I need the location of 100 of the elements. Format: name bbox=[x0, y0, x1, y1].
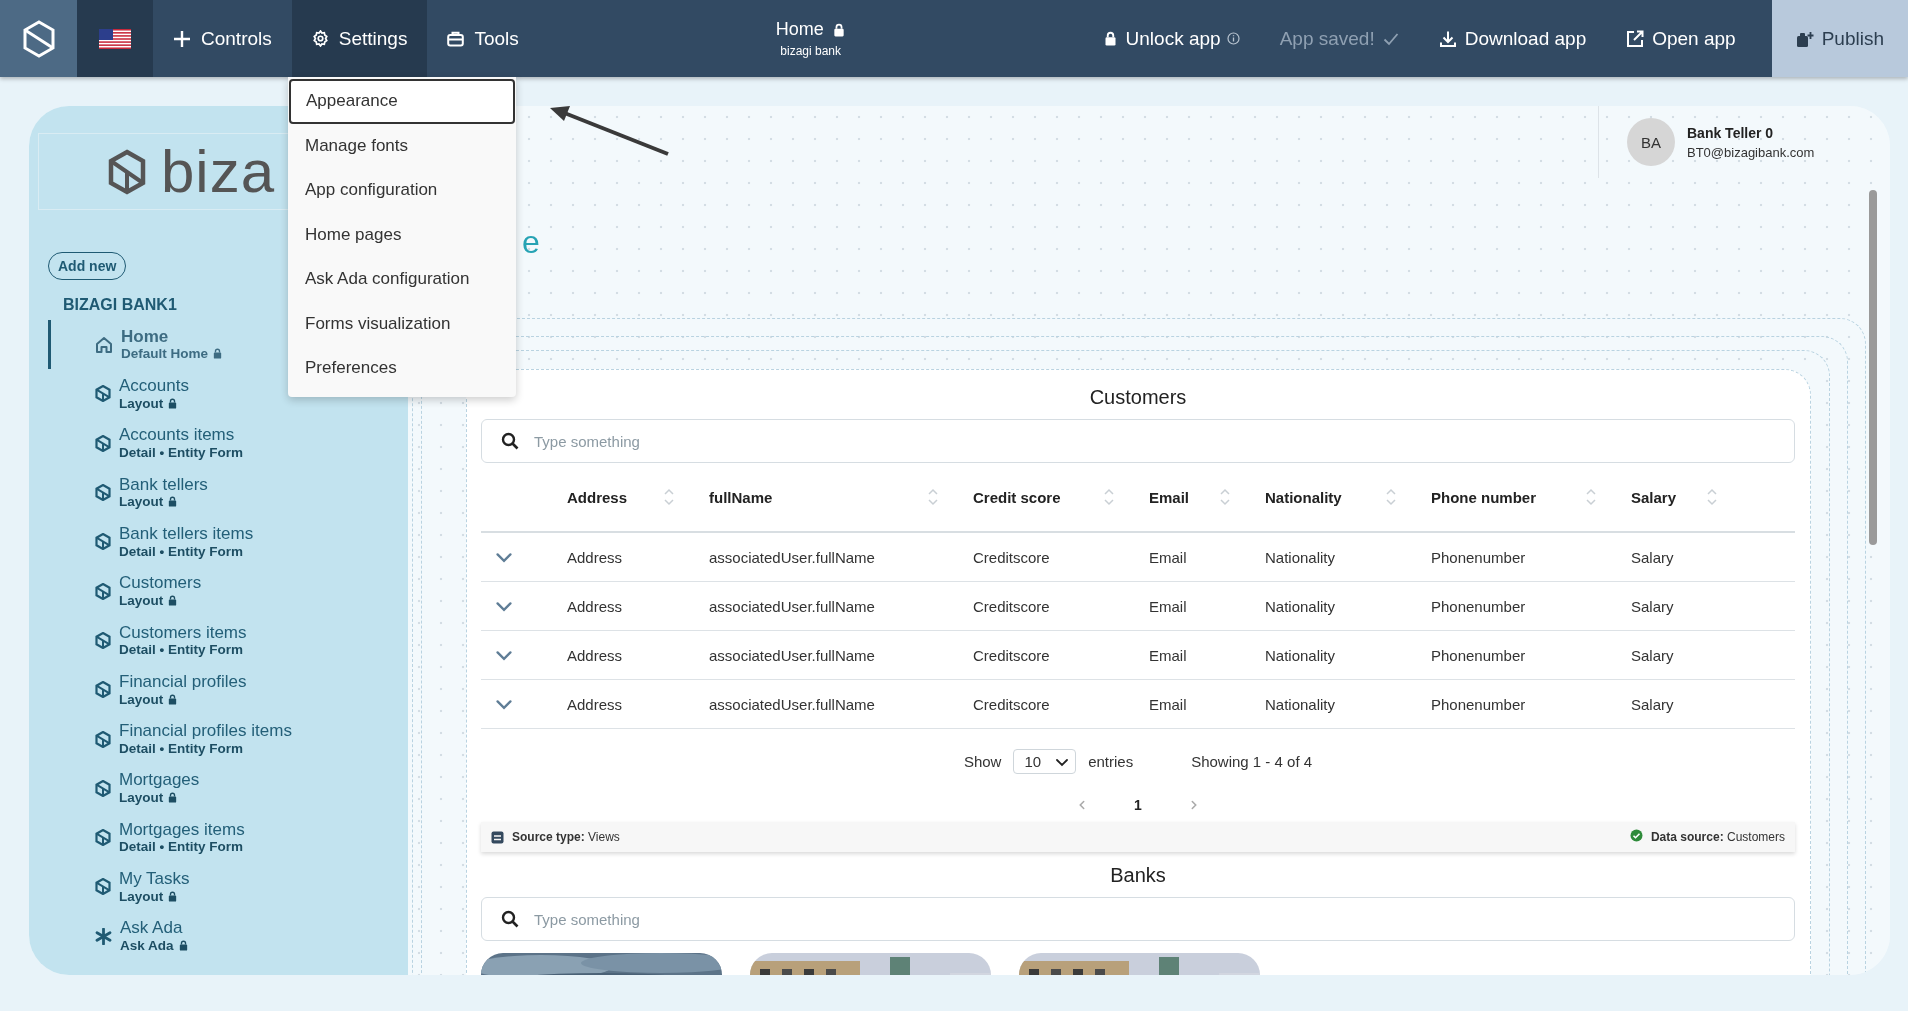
column-header[interactable]: Address bbox=[567, 488, 628, 506]
item-title: Financial profiles items bbox=[119, 722, 292, 741]
hexagon-icon bbox=[95, 582, 111, 600]
nav-tab[interactable]: Settings bbox=[291, 0, 428, 77]
menu-item[interactable]: Home pages bbox=[288, 212, 516, 257]
data-source: Data source: Customers bbox=[1650, 830, 1785, 844]
item-title: Customers bbox=[119, 574, 202, 593]
item-subtitle: Default Home bbox=[121, 346, 208, 362]
lock-icon bbox=[831, 22, 846, 37]
menu-item[interactable]: App configuration bbox=[288, 168, 516, 213]
app-name: bizagi bank bbox=[780, 44, 842, 58]
publish-icon bbox=[1795, 29, 1814, 48]
table-cell-text: Nationality bbox=[1264, 695, 1337, 713]
lock-icon bbox=[212, 348, 223, 360]
table-cell-text: Phonenumber bbox=[1430, 548, 1527, 566]
results-summary: Showing 1 - 4 of 4 bbox=[1191, 753, 1313, 770]
app-name: BIZAGI BANK1 bbox=[63, 296, 178, 314]
sidebar-item[interactable]: Mortgages items Detail • Entity Form bbox=[48, 812, 408, 863]
info-icon bbox=[1226, 32, 1240, 45]
sort-icon[interactable] bbox=[1706, 487, 1718, 507]
item-subtitle: Layout bbox=[119, 888, 164, 904]
column-header[interactable]: Nationality bbox=[1265, 488, 1342, 506]
sidebar-item[interactable]: My Tasks Layout bbox=[48, 862, 408, 912]
sidebar-item[interactable]: Customers Layout bbox=[48, 566, 408, 616]
sidebar-item[interactable]: Mortgages Layout bbox=[48, 763, 408, 813]
page-heading: e bbox=[522, 224, 540, 261]
sidebar-item[interactable]: Financial profiles items Detail • Entity Form bbox=[48, 714, 408, 764]
hexagon-icon bbox=[95, 730, 111, 748]
toolbox-icon bbox=[447, 30, 465, 47]
sidebar-item[interactable]: Bank tellers Layout bbox=[48, 467, 408, 518]
sidebar-item[interactable]: Customers items Detail • Entity Form bbox=[48, 615, 408, 666]
scrollbar[interactable] bbox=[1869, 190, 1877, 545]
hexagon-icon bbox=[95, 484, 111, 502]
hexagon-icon bbox=[95, 829, 111, 847]
item-title: Mortgages items bbox=[119, 820, 245, 840]
item-subtitle: Detail • Entity Form bbox=[119, 740, 243, 756]
menu-item[interactable]: Manage fonts bbox=[288, 123, 516, 168]
table-cell-text: Nationality bbox=[1264, 646, 1337, 664]
sort-icon[interactable] bbox=[1585, 487, 1597, 507]
user-name: Bank Teller 0 bbox=[1687, 124, 1775, 141]
table-cell-text: Address bbox=[566, 597, 624, 615]
lock-icon bbox=[167, 890, 179, 902]
logo-text: biza bbox=[161, 141, 276, 202]
sidebar-item[interactable]: Bank tellers items Detail • Entity Form bbox=[48, 517, 408, 567]
item-title: Bank tellers bbox=[119, 475, 208, 495]
item-subtitle: Layout bbox=[119, 395, 164, 411]
page-title: Home bbox=[775, 19, 824, 40]
hexagon-icon bbox=[95, 434, 111, 452]
sidebar-item[interactable]: Financial profiles Layout bbox=[48, 665, 408, 715]
action-button[interactable]: Publish bbox=[1771, 0, 1908, 77]
table-cell-text: Phonenumber bbox=[1430, 695, 1527, 713]
hexagon-icon bbox=[95, 779, 111, 797]
table-cell-text: Address bbox=[566, 646, 624, 664]
download-icon bbox=[1438, 29, 1457, 48]
sidebar-item[interactable]: Accounts items Detail • Entity Form bbox=[48, 418, 408, 468]
column-header[interactable]: Email bbox=[1149, 488, 1190, 506]
nav-tab[interactable]: Tools bbox=[427, 0, 539, 77]
sort-icon[interactable] bbox=[1103, 487, 1115, 507]
table-cell-text: Address bbox=[566, 548, 624, 566]
sort-icon[interactable] bbox=[1219, 487, 1231, 507]
sort-icon[interactable] bbox=[927, 487, 939, 507]
sort-icon[interactable] bbox=[663, 487, 675, 507]
menu-item[interactable]: Appearance bbox=[289, 79, 515, 124]
item-subtitle: Detail • Entity Form bbox=[119, 642, 243, 658]
lock-icon bbox=[167, 496, 179, 508]
action-button[interactable]: Download app bbox=[1418, 0, 1607, 77]
action-button[interactable]: Open app bbox=[1606, 0, 1756, 77]
item-subtitle: Ask Ada bbox=[120, 938, 174, 954]
table-cell-text: Salary bbox=[1630, 597, 1675, 615]
logo-icon bbox=[107, 148, 147, 195]
table-cell-text: associatedUser.fullName bbox=[708, 597, 876, 615]
lock-icon bbox=[167, 397, 179, 409]
page-number[interactable]: 1 bbox=[1128, 796, 1148, 814]
item-subtitle: Detail • Entity Form bbox=[119, 445, 243, 461]
lock-icon bbox=[167, 594, 179, 606]
column-header[interactable]: Phone number bbox=[1431, 488, 1536, 506]
check-circle-icon bbox=[1629, 829, 1643, 842]
page-size-select[interactable]: 10 bbox=[1013, 749, 1077, 774]
hexagon-icon bbox=[95, 533, 111, 551]
table-cell-text: associatedUser.fullName bbox=[708, 548, 876, 566]
search-field[interactable]: Type something bbox=[481, 419, 1795, 463]
search-icon bbox=[501, 432, 519, 450]
action-button[interactable]: Unlock app bbox=[1082, 0, 1260, 77]
logo-icon[interactable] bbox=[21, 19, 56, 58]
search-field[interactable]: Type something bbox=[481, 897, 1795, 941]
column-header[interactable]: fullName bbox=[709, 488, 773, 506]
menu-item[interactable]: Ask Ada configuration bbox=[288, 257, 516, 302]
sidebar-item[interactable]: Ask Ada Ask Ada bbox=[48, 911, 408, 961]
nav-tab[interactable]: Controls bbox=[153, 0, 292, 77]
table-cell-text: Salary bbox=[1630, 695, 1675, 713]
item-subtitle: Layout bbox=[119, 790, 164, 806]
sort-icon[interactable] bbox=[1385, 487, 1397, 507]
flag-icon[interactable] bbox=[99, 28, 131, 49]
column-header[interactable]: Salary bbox=[1631, 488, 1677, 506]
table-cell-text: Email bbox=[1148, 548, 1188, 566]
hexagon-icon bbox=[95, 631, 111, 649]
column-header[interactable]: Credit score bbox=[973, 488, 1061, 506]
item-subtitle: Detail • Entity Form bbox=[119, 839, 243, 855]
item-title: Accounts bbox=[119, 377, 189, 396]
check-icon bbox=[1382, 31, 1399, 46]
